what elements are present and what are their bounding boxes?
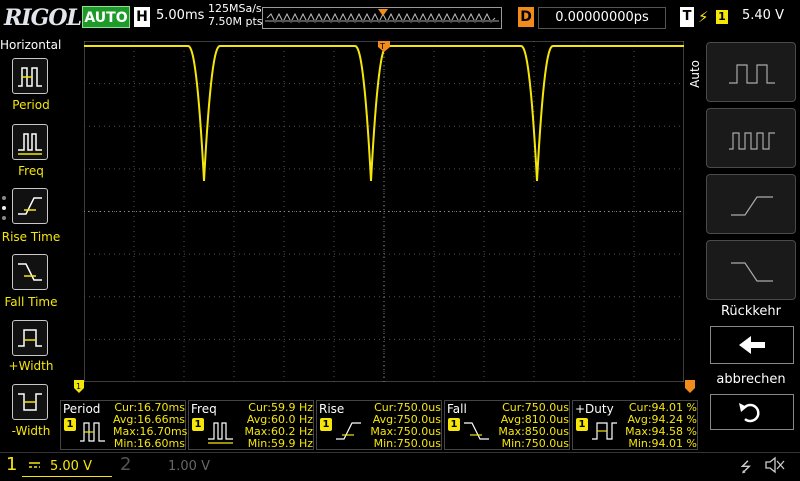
dense-square-wave-button[interactable] — [706, 108, 796, 168]
positive-width-icon — [18, 329, 42, 347]
cancel-label: abbrechen — [716, 372, 786, 387]
back-label: Rückkehr — [720, 304, 781, 319]
channel2-scale[interactable]: 1.00 V — [168, 459, 210, 474]
period-button[interactable] — [12, 58, 48, 94]
fall-time-icon — [18, 263, 42, 281]
square-wave-icon — [729, 64, 775, 84]
trigger-position-marker-icon — [378, 9, 388, 16]
trigger-source: 1 — [716, 10, 728, 24]
delay-value[interactable]: 0.00000000ps — [538, 7, 666, 29]
left-arrow-icon — [739, 336, 765, 354]
trigger-level[interactable]: 5.40 V — [742, 8, 784, 23]
trigger-edge-icon: ⚡ — [698, 8, 709, 26]
channel1-scale[interactable]: 5.00 V — [50, 459, 92, 474]
measurement-min: Min:16.60ms — [113, 437, 185, 450]
positive-width-button[interactable] — [12, 320, 48, 356]
falling-edge-icon — [731, 262, 773, 282]
measurement-rise[interactable]: Rise 1 Cur:750.0us Avg:750.0us Max:750.0… — [316, 400, 442, 450]
fall-time-button[interactable] — [12, 254, 48, 290]
trigger-position-strip[interactable] — [262, 7, 502, 29]
delay-badge: D — [518, 7, 534, 27]
measurement-fall[interactable]: Fall 1 Cur:750.0us Avg:810.0us Max:850.0… — [444, 400, 570, 450]
rise-time-icon — [336, 422, 361, 440]
measurement-min: Min:94.01 % — [628, 437, 697, 450]
falling-edge-button[interactable] — [706, 240, 796, 300]
freq-label: Freq — [18, 164, 44, 178]
rise-time-icon — [18, 197, 42, 215]
measurement-min: Min:59.9 Hz — [247, 437, 313, 450]
negative-width-button[interactable] — [12, 384, 48, 420]
freq-icon — [208, 422, 233, 444]
period-label: Period — [12, 98, 50, 112]
measurement-name: +Duty — [575, 402, 614, 416]
measurement-min: Min:750.0us — [373, 437, 441, 450]
menu-title: Horizontal — [0, 38, 62, 52]
measurement-positive-duty[interactable]: +Duty 1 Cur:94.01 % Avg:94.24 % Max:94.5… — [572, 400, 698, 450]
trigger-level-marker-icon[interactable] — [685, 380, 697, 394]
fall-time-label: Fall Time — [4, 295, 58, 309]
speaker-muted-icon[interactable] — [764, 456, 786, 474]
fall-time-icon — [464, 422, 489, 440]
undo-icon — [739, 403, 760, 423]
page-indicator — [2, 196, 8, 230]
auto-mode-button[interactable]: AUTO — [82, 6, 130, 28]
rise-time-button[interactable] — [12, 188, 48, 224]
svg-text:1: 1 — [76, 382, 81, 391]
negative-width-icon — [18, 393, 42, 411]
brand-logo: RIGOL — [4, 5, 82, 31]
square-wave-button[interactable] — [706, 42, 796, 102]
measurement-name: Period — [63, 402, 101, 416]
back-button[interactable] — [710, 326, 794, 364]
channel2-number[interactable]: 2 — [120, 454, 131, 475]
cancel-button[interactable] — [710, 394, 794, 430]
memory-depth: 7.50M pts — [208, 15, 263, 28]
channel1-number[interactable]: 1 — [6, 454, 17, 475]
usb-icon: ⭍ — [740, 460, 752, 476]
sample-rate: 125MSa/s — [208, 2, 262, 15]
waveform-display[interactable]: T — [84, 41, 684, 382]
freq-icon — [18, 133, 42, 155]
measurement-channel: 1 — [576, 418, 588, 431]
measurement-freq[interactable]: Freq 1 Cur:59.9 Hz Avg:60.0 Hz Max:60.2 … — [188, 400, 314, 450]
measurement-min: Min:750.0us — [501, 437, 569, 450]
measurement-channel: 1 — [192, 418, 204, 431]
dense-square-wave-icon — [729, 132, 775, 150]
timebase-value[interactable]: 5.00ms — [156, 8, 204, 23]
trigger-badge: T — [680, 7, 694, 27]
positive-duty-icon — [592, 422, 617, 440]
negative-width-label: -Width — [11, 424, 51, 438]
period-icon — [80, 422, 105, 442]
svg-text:T: T — [379, 42, 385, 51]
measurement-channel: 1 — [64, 418, 76, 431]
dc-coupling-icon — [29, 462, 40, 468]
measurement-channel: 1 — [448, 418, 460, 431]
waveform-overview-icon — [265, 9, 499, 24]
positive-width-label: +Width — [8, 359, 54, 373]
freq-button[interactable] — [12, 124, 48, 160]
timebase-badge: H — [134, 7, 150, 27]
rise-time-label: Rise Time — [1, 230, 61, 244]
rising-edge-button[interactable] — [706, 174, 796, 234]
period-icon — [18, 67, 42, 87]
measurement-name: Fall — [447, 402, 467, 416]
channel1-offset-marker-icon[interactable]: 1 — [74, 380, 86, 394]
measurement-name: Rise — [319, 402, 345, 416]
measurement-period[interactable]: Period 1 Cur:16.70ms Avg:16.66ms Max:16.… — [60, 400, 187, 450]
measure-mode-label: Auto — [688, 60, 702, 88]
measurement-channel: 1 — [320, 418, 332, 431]
rising-edge-icon — [731, 196, 773, 216]
measurement-name: Freq — [191, 402, 217, 416]
